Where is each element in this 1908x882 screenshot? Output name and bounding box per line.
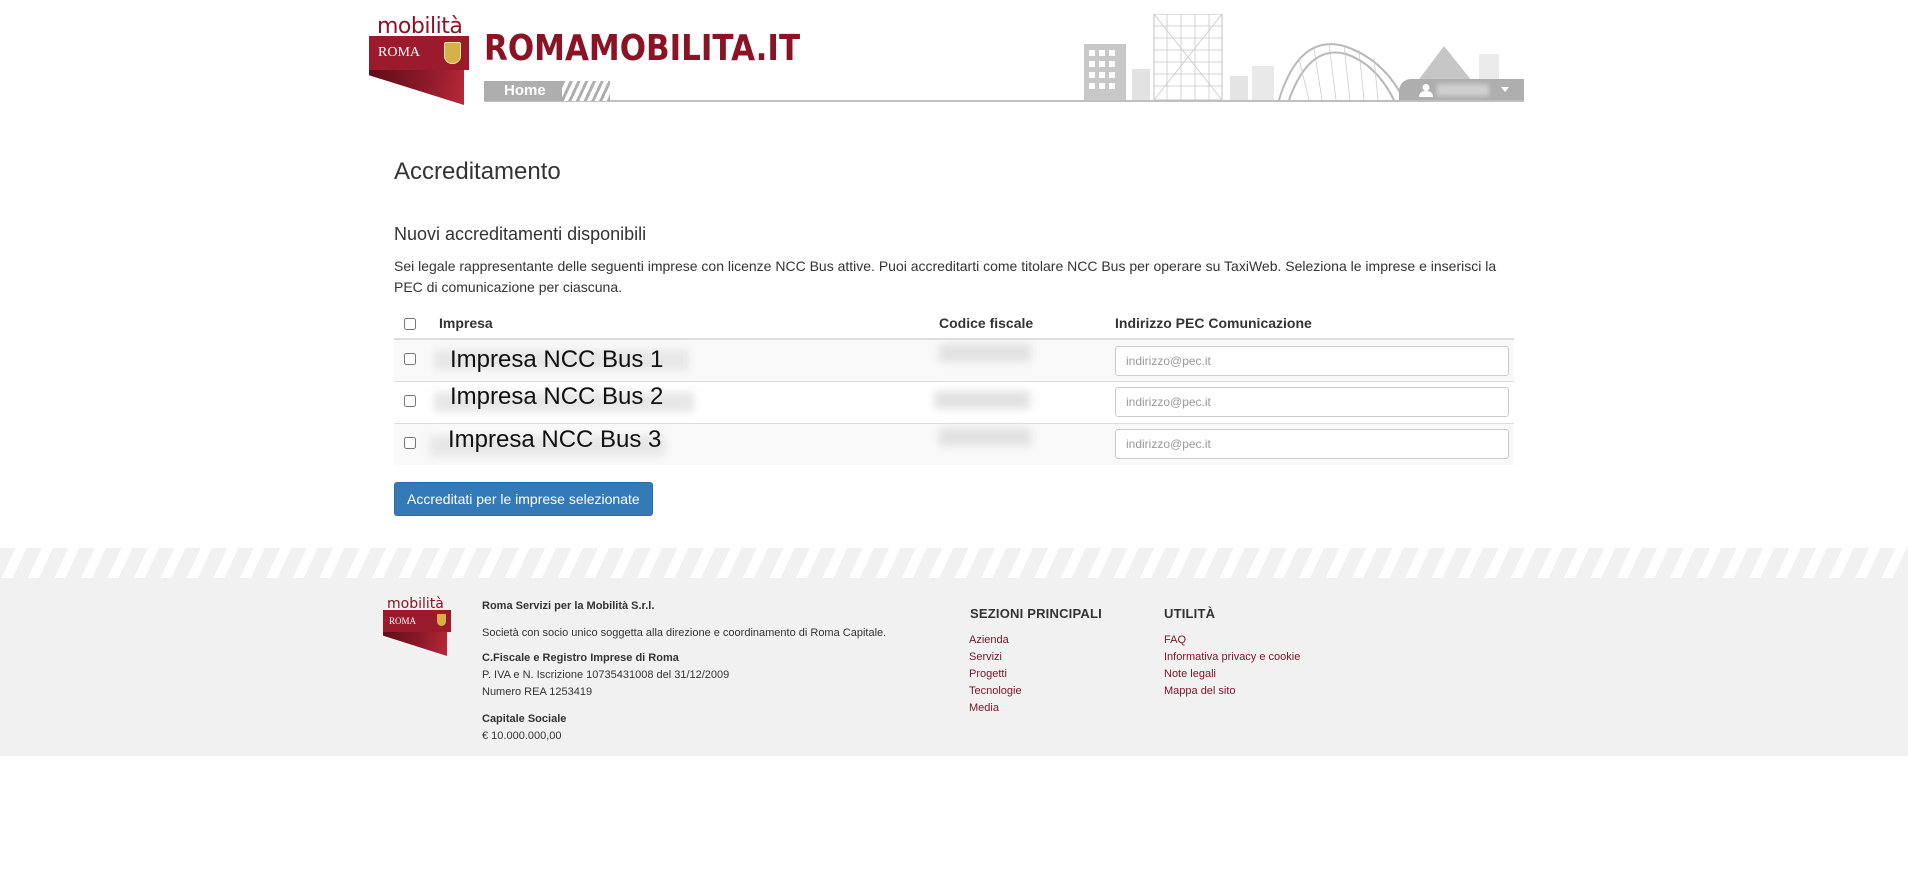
chevron-down-icon (1501, 87, 1509, 92)
col-codice-fiscale: Codice fiscale (939, 315, 1034, 331)
sections-title: SEZIONI PRINCIPALI (970, 606, 1102, 621)
footer-link-servizi[interactable]: Servizi (969, 651, 1002, 663)
nav-stripes (562, 81, 610, 101)
accredit-button[interactable]: Accreditati per le imprese selezionate (394, 482, 653, 516)
table-header: Impresa Codice fiscale Indirizzo PEC Com… (394, 306, 1514, 340)
footer-logo-band-text: ROMA (389, 616, 417, 626)
pec-input[interactable] (1115, 346, 1509, 376)
codice-fiscale-redacted (934, 391, 1030, 409)
utility-title: UTILITÀ (1164, 606, 1216, 621)
capital-title: Capitale Sociale (482, 713, 567, 725)
impresa-name: Impresa NCC Bus 2 (450, 383, 664, 410)
footer-link-tecnologie[interactable]: Tecnologie (969, 685, 1022, 697)
utility-links: FAQ Informativa privacy e cookie Note le… (1164, 632, 1300, 700)
registry-line-1: P. IVA e N. Iscrizione 10735431008 del 3… (482, 669, 730, 681)
footer-logo[interactable]: mobilità ROMA (383, 596, 453, 656)
user-menu[interactable] (1399, 79, 1524, 100)
row-checkbox[interactable] (404, 395, 416, 407)
registry-title: C.Fiscale e Registro Imprese di Roma (482, 652, 679, 664)
row-checkbox[interactable] (404, 353, 416, 365)
roma-mobilita-logo[interactable]: mobilità ROMA (369, 14, 469, 106)
logo-ribbon (369, 70, 464, 105)
footer-link-note-legali[interactable]: Note legali (1164, 668, 1216, 680)
footer-logo-ribbon (383, 632, 447, 656)
logo-band-text: ROMA (378, 45, 421, 60)
footer-link-progetti[interactable]: Progetti (969, 668, 1007, 680)
crest-icon (444, 42, 461, 64)
sections-links: Azienda Servizi Progetti Tecnologie Medi… (969, 632, 1022, 717)
row-checkbox[interactable] (404, 437, 416, 449)
user-icon (1419, 84, 1433, 97)
pec-input[interactable] (1115, 387, 1509, 417)
page-title: Accreditamento (394, 158, 561, 185)
section-title: Nuovi accreditamenti disponibili (394, 224, 647, 244)
footer-stripes (0, 548, 1908, 578)
footer-link-faq[interactable]: FAQ (1164, 634, 1186, 646)
col-impresa: Impresa (439, 315, 493, 331)
impresa-name: Impresa NCC Bus 3 (448, 426, 662, 453)
table-row: Impresa NCC Bus 3 (394, 424, 1514, 465)
registry-line-2: Numero REA 1253419 (482, 686, 593, 698)
user-name-redacted (1437, 84, 1489, 96)
site-header: mobilità ROMA ROMAMOBILITA.IT Home (369, 14, 1524, 106)
company-info: Roma Servizi per la Mobilità S.r.l. Soci… (482, 598, 886, 745)
imprese-table: Impresa Codice fiscale Indirizzo PEC Com… (394, 306, 1514, 465)
crest-icon (437, 614, 446, 626)
pec-input[interactable] (1115, 429, 1509, 459)
logo-band: ROMA (369, 36, 469, 70)
capital-value: € 10.000.000,00 (482, 730, 562, 742)
footer-link-azienda[interactable]: Azienda (969, 634, 1009, 646)
codice-fiscale-redacted (939, 428, 1031, 446)
table-row: Impresa NCC Bus 1 (394, 340, 1514, 382)
company-name: Roma Servizi per la Mobilità S.r.l. (482, 600, 655, 612)
select-all-checkbox[interactable] (404, 318, 416, 330)
codice-fiscale-redacted (939, 344, 1031, 362)
site-footer: mobilità ROMA Roma Servizi per la Mobili… (0, 578, 1908, 756)
table-row: Impresa NCC Bus 2 (394, 382, 1514, 424)
home-tab[interactable]: Home (484, 81, 562, 101)
impresa-name: Impresa NCC Bus 1 (450, 346, 664, 373)
footer-logo-band: ROMA (383, 610, 451, 632)
footer-link-privacy[interactable]: Informativa privacy e cookie (1164, 651, 1300, 663)
col-pec: Indirizzo PEC Comunicazione (1115, 315, 1312, 331)
intro-text: Sei legale rappresentante delle seguenti… (394, 258, 1497, 295)
company-desc: Società con socio unico soggetta alla di… (482, 627, 887, 639)
footer-link-media[interactable]: Media (969, 702, 999, 714)
footer-link-mappa[interactable]: Mappa del sito (1164, 685, 1236, 697)
site-title[interactable]: ROMAMOBILITA.IT (484, 28, 800, 69)
nav-divider (484, 100, 1524, 102)
